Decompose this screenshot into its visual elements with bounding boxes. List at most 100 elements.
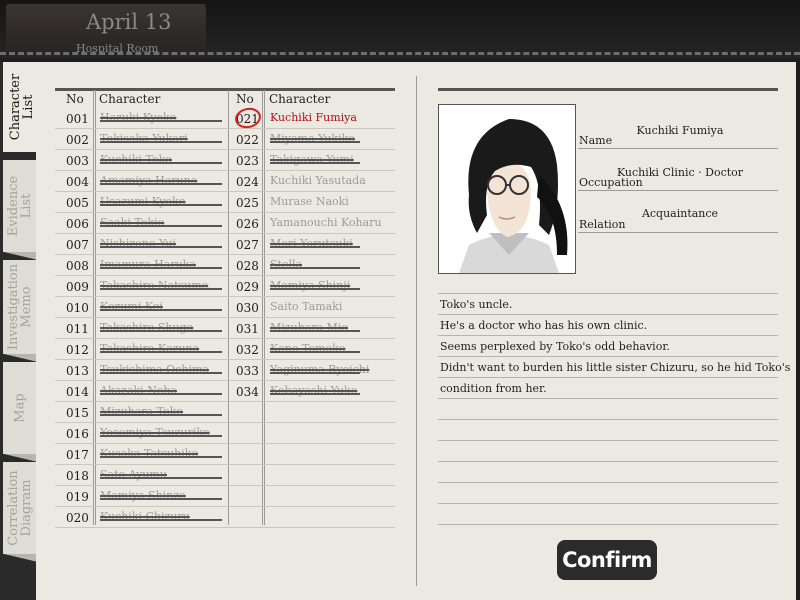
list-item[interactable]: 025 Murase Naoki [228,192,395,213]
column-no-right: No [236,92,254,106]
confirm-button[interactable]: Confirm [557,540,657,580]
tab-character-list[interactable]: Character List [3,62,40,152]
list-item[interactable]: 005 Usazumi Kyoko [55,192,228,213]
list-item[interactable]: 032 Kano Tomoko [228,339,395,360]
strike-through-mark [100,477,222,479]
tab-edge [4,252,38,260]
character-number: 030 [236,301,259,315]
list-item[interactable]: 002 Tokisaka Yukari [55,129,228,150]
list-item[interactable]: 010 Kozumi Kei [55,297,228,318]
list-item[interactable]: 014 Akazaki Neha [55,381,228,402]
character-number: 004 [66,175,89,189]
list-item[interactable]: 018 Sato Ayumu [55,465,228,486]
list-item[interactable]: 009 Takashiro Natsume [55,276,228,297]
character-number: 015 [66,406,89,420]
strike-through-mark [100,498,222,500]
list-item[interactable]: 030 Saito Tamaki [228,297,395,318]
tab-edge [4,454,38,462]
notes-rule [438,482,778,483]
character-name: Miyama Yukiko [270,132,355,145]
note-line-text: Seems perplexed by Toko's odd behavior. [440,340,670,353]
list-item[interactable]: 001 Hazuki Kyoko [55,108,228,129]
character-number: 013 [66,364,89,378]
character-name: Mamiya Shinji [270,279,351,292]
notes-rule [438,356,778,357]
list-item[interactable]: 026 Yamanouchi Koharu [228,213,395,234]
list-item[interactable]: 029 Mamiya Shinji [228,276,395,297]
character-name: Akazaki Neha [100,384,177,397]
strike-through-mark [100,435,222,437]
character-name: Amamiya Haruna [100,174,198,187]
field-rule [578,148,778,149]
character-number: 024 [236,175,259,189]
list-item[interactable]: 024 Kuchiki Yasutada [228,171,395,192]
list-item[interactable]: 034 Kobayashi Yuko [228,381,395,402]
character-portrait [438,104,576,274]
character-number: 007 [66,238,89,252]
list-item[interactable]: 006 Saaki Tokio [55,213,228,234]
notes-rule [438,503,778,504]
character-name: Takashiro Shugo [100,321,194,334]
list-item[interactable]: 003 Kuchiki Toko [55,150,228,171]
empty-list-row [228,486,395,507]
tab-edge [4,354,38,362]
note-line-text: He's a doctor who has his own clinic. [440,319,648,332]
strike-through-mark [270,351,360,353]
notes-rule [438,377,778,378]
character-number: 022 [236,133,259,147]
character-number: 033 [236,364,259,378]
list-item[interactable]: 017 Kusaka Tatsuhiko [55,444,228,465]
list-item[interactable]: 012 Takashiro Kazuna [55,339,228,360]
list-item[interactable]: 033 Yaginuma Ryoichi [228,360,395,381]
notes-rule [438,398,778,399]
character-number: 019 [66,490,89,504]
tab-label: Character List [7,73,36,141]
character-name: Kuchiki Yasutada [270,174,366,187]
list-item[interactable]: 013 Tsukishima Ochima [55,360,228,381]
character-number: 001 [66,112,89,126]
list-item[interactable]: 028 Stella [228,255,395,276]
strike-through-mark [100,225,222,227]
field-rule [578,190,778,191]
character-name: Kuchiki Toko [100,153,172,166]
list-item[interactable]: 008 Imamura Haruka [55,255,228,276]
list-item[interactable]: 023 Takigawa Yumi [228,150,395,171]
list-item[interactable]: 004 Amamiya Haruna [55,171,228,192]
list-item[interactable]: 007 Nishizono Yui [55,234,228,255]
column-character-left: Character [99,92,161,106]
strike-through-mark [100,120,222,122]
tab-map[interactable]: Map [3,362,38,462]
strike-through-mark [100,204,222,206]
strike-through-mark [100,288,222,290]
character-name: Kuchiki Fumiya [270,111,357,124]
character-name: Kozumi Kei [100,300,163,313]
tab-evidence-list[interactable]: Evidence List [3,160,38,260]
empty-list-row [228,507,395,528]
strike-through-mark [270,141,360,143]
list-item[interactable]: 020 Kuchiki Chizuru [55,507,228,528]
character-number: 034 [236,385,259,399]
list-item[interactable]: 031 Mizuhara Mio [228,318,395,339]
character-name: Saito Tamaki [270,300,343,313]
note-line-text: Toko's uncle. [440,298,513,311]
character-name: Yaginuma Ryoichi [270,363,370,376]
list-item[interactable]: 016 Yosomiya Tsuzuriko [55,423,228,444]
list-item[interactable]: 019 Mamiya Shinzo [55,486,228,507]
column-character-right: Character [269,92,331,106]
list-item[interactable]: 022 Miyama Yukiko [228,129,395,150]
strike-through-mark [270,372,360,374]
strike-through-mark [100,141,222,143]
detail-header-rule [438,88,778,91]
character-name: Takigawa Yumi [270,153,354,166]
portrait-image [439,105,575,273]
list-item[interactable]: 015 Mizuhara Toko [55,402,228,423]
notes-rule [438,461,778,462]
list-item[interactable]: 011 Takashiro Shugo [55,318,228,339]
tab-correlation-diagram[interactable]: Correlation Diagram [3,462,38,562]
character-number: 008 [66,259,89,273]
strike-through-mark [100,330,222,332]
list-item[interactable]: 027 Mori Yorutsuki [228,234,395,255]
notes-rule [438,314,778,315]
tab-investigation-memo[interactable]: Investigation Memo [3,260,38,362]
list-header-rule [55,88,395,91]
